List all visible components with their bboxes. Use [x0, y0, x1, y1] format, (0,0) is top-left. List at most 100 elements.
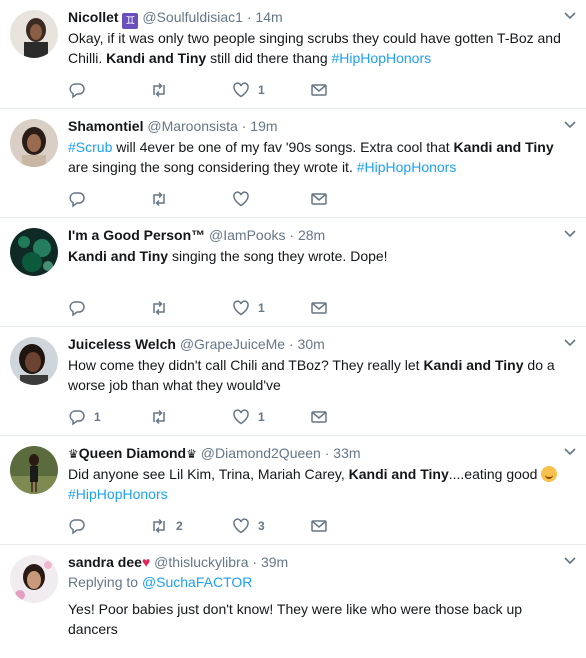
tweet-text: Kandi and Tiny singing the song they wro…	[68, 246, 574, 266]
text-segment: will 4ever be one of my fav '90s songs. …	[112, 139, 454, 155]
like-count: 1	[258, 83, 265, 97]
like-count: 3	[258, 519, 265, 533]
display-name[interactable]: Nicollet	[68, 9, 119, 25]
like-button[interactable]	[232, 189, 258, 209]
tweet-header: I'm a Good Person™ @IamPooks · 28m	[68, 226, 556, 244]
avatar[interactable]	[10, 10, 58, 58]
retweet-button[interactable]	[150, 189, 176, 209]
direct-message-button[interactable]	[310, 407, 328, 427]
hashtag-link[interactable]: #HipHopHonors	[68, 486, 168, 502]
replying-to: Replying to @SuchaFACTOR	[68, 573, 252, 591]
avatar[interactable]	[10, 228, 58, 276]
user-handle[interactable]: @GrapeJuiceMe	[180, 336, 285, 352]
envelope-icon	[311, 520, 327, 532]
text-segment: How come they didn't call Chili and TBoz…	[68, 357, 424, 373]
hashtag-link[interactable]: #HipHopHonors	[332, 50, 432, 66]
highlighted-text: Kandi and Tiny	[348, 466, 449, 482]
retweet-button[interactable]	[150, 298, 176, 318]
timestamp[interactable]: 30m	[298, 336, 325, 352]
smiling-face-emoji-icon	[541, 466, 558, 482]
chevron-down-icon[interactable]	[564, 557, 576, 565]
reply-button[interactable]: 1	[68, 407, 101, 427]
user-avatar-icon	[10, 10, 58, 58]
user-handle[interactable]: @IamPooks	[209, 227, 285, 243]
tweet-header: Shamontiel @Maroonsista · 19m	[68, 117, 556, 135]
chevron-down-icon[interactable]	[564, 12, 576, 20]
timestamp[interactable]: 14m	[255, 9, 282, 25]
retweet-button[interactable]: 2	[150, 516, 183, 536]
reply-button[interactable]	[68, 516, 94, 536]
user-handle[interactable]: @Diamond2Queen	[201, 445, 321, 461]
envelope-icon	[311, 193, 327, 205]
direct-message-button[interactable]	[310, 516, 328, 536]
highlighted-text: Kandi and Tiny	[106, 50, 207, 66]
hashtag-link[interactable]: #HipHopHonors	[357, 159, 457, 175]
timestamp[interactable]: 33m	[333, 445, 360, 461]
timestamp[interactable]: 19m	[250, 118, 277, 134]
reply-icon	[69, 192, 85, 208]
heart-icon	[233, 191, 249, 207]
tweet[interactable]: Shamontiel @Maroonsista · 19m #Scrub wil…	[0, 109, 586, 218]
reply-button[interactable]	[68, 298, 94, 318]
text-segment: Did anyone see Lil Kim, Trina, Mariah Ca…	[68, 466, 349, 482]
retweet-button[interactable]	[150, 407, 176, 427]
tweet-feed: Nicollet ♊ @Soulfuldisiac1 · 14m Okay, i…	[0, 0, 586, 658]
highlighted-text: Kandi and Tiny	[453, 139, 554, 155]
chevron-down-icon[interactable]	[564, 230, 576, 238]
chevron-down-icon[interactable]	[564, 121, 576, 129]
like-button[interactable]: 1	[232, 80, 265, 100]
tweet[interactable]: Juiceless Welch @GrapeJuiceMe · 30m How …	[0, 327, 586, 436]
tweet-header: Juiceless Welch @GrapeJuiceMe · 30m	[68, 335, 556, 353]
user-handle[interactable]: @Soulfuldisiac1	[142, 9, 243, 25]
like-button[interactable]: 1	[232, 407, 265, 427]
tweet[interactable]: I'm a Good Person™ @IamPooks · 28m Kandi…	[0, 218, 586, 327]
retweet-icon	[153, 82, 165, 98]
mention-link[interactable]: @SuchaFACTOR	[142, 574, 252, 590]
tweet[interactable]: ♛Queen Diamond♛ @Diamond2Queen · 33m Did…	[0, 436, 586, 545]
retweet-button[interactable]	[150, 80, 176, 100]
like-count: 1	[258, 301, 265, 315]
replying-label: Replying to	[68, 574, 142, 590]
user-avatar-icon	[10, 555, 58, 603]
display-name[interactable]: I'm a Good Person™	[68, 227, 205, 243]
user-avatar-icon	[10, 228, 58, 276]
user-handle[interactable]: @thisluckylibra	[154, 554, 248, 570]
avatar[interactable]	[10, 555, 58, 603]
reply-icon	[69, 519, 85, 535]
reply-icon	[69, 83, 85, 99]
separator-dot: ·	[252, 554, 258, 570]
user-avatar-icon	[10, 337, 58, 385]
user-handle[interactable]: @Maroonsista	[147, 118, 237, 134]
direct-message-button[interactable]	[310, 189, 328, 209]
display-name[interactable]: Queen Diamond	[79, 445, 186, 461]
text-segment: singing the song they wrote. Dope!	[168, 248, 388, 264]
chevron-down-icon[interactable]	[564, 448, 576, 456]
separator-dot: ·	[324, 445, 330, 461]
direct-message-button[interactable]	[310, 298, 328, 318]
envelope-icon	[311, 411, 327, 423]
reply-button[interactable]	[68, 189, 94, 209]
retweet-count: 2	[176, 519, 183, 533]
timestamp[interactable]: 28m	[298, 227, 325, 243]
retweet-icon	[153, 300, 165, 316]
tweet-text: #Scrub will 4ever be one of my fav '90s …	[68, 137, 574, 177]
reply-button[interactable]	[68, 80, 94, 100]
display-name[interactable]: Shamontiel	[68, 118, 143, 134]
chevron-down-icon[interactable]	[564, 339, 576, 347]
user-avatar-icon	[10, 119, 58, 167]
envelope-icon	[311, 84, 327, 96]
avatar[interactable]	[10, 337, 58, 385]
direct-message-button[interactable]	[310, 80, 328, 100]
tweet[interactable]: Nicollet ♊ @Soulfuldisiac1 · 14m Okay, i…	[0, 0, 586, 109]
display-name[interactable]: sandra dee	[68, 554, 142, 570]
like-button[interactable]: 3	[232, 516, 265, 536]
reply-icon	[69, 410, 85, 426]
timestamp[interactable]: 39m	[261, 554, 288, 570]
hashtag-link[interactable]: #Scrub	[68, 139, 112, 155]
tweet[interactable]: sandra dee♥ @thisluckylibra · 39m Replyi…	[0, 545, 586, 658]
like-button[interactable]: 1	[232, 298, 265, 318]
avatar[interactable]	[10, 119, 58, 167]
reply-count: 1	[94, 410, 101, 424]
display-name[interactable]: Juiceless Welch	[68, 336, 176, 352]
avatar[interactable]	[10, 446, 58, 494]
